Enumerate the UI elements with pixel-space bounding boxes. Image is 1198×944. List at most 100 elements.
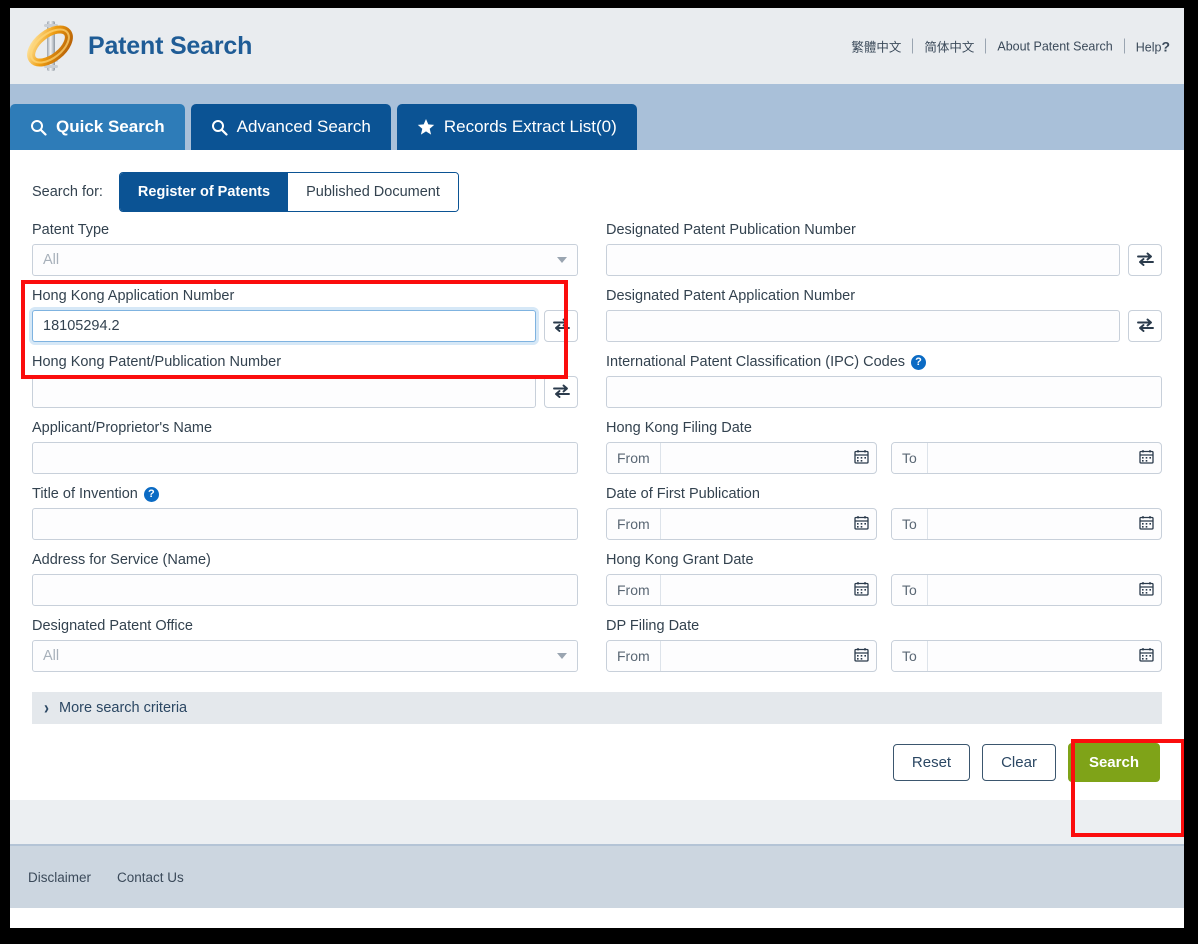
help-icon[interactable]: ? <box>143 486 159 502</box>
dp-filing-date-from-group: From <box>606 640 877 672</box>
dp-publication-number-input[interactable] <box>606 244 1120 276</box>
field-dp-filing-date: DP Filing Date From To <box>606 618 1162 672</box>
from-label: From <box>607 509 661 539</box>
field-hong-kong-filing-date: Hong Kong Filing Date From To <box>606 420 1162 474</box>
search-button[interactable]: Search <box>1067 742 1160 782</box>
reset-button[interactable]: Reset <box>892 743 971 781</box>
lang-simplified-chinese-link[interactable]: 简体中文 <box>913 37 985 56</box>
hong-kong-grant-date-to-input[interactable] <box>927 575 1131 605</box>
designated-patent-office-select[interactable]: All <box>32 640 578 672</box>
about-patent-search-link[interactable]: About Patent Search <box>986 39 1123 53</box>
toggle-register-of-patents[interactable]: Register of Patents <box>119 173 289 211</box>
date-of-first-publication-from-group: From <box>606 508 877 540</box>
calendar-icon <box>1138 515 1154 533</box>
from-label: From <box>607 575 661 605</box>
field-hong-kong-grant-date: Hong Kong Grant Date From To <box>606 552 1162 606</box>
to-label: To <box>892 443 928 473</box>
dp-application-number-label: Designated Patent Application Number <box>606 288 856 304</box>
calendar-icon <box>853 515 869 533</box>
field-hk-patent-publication-number: Hong Kong Patent/Publication Number <box>32 354 578 408</box>
field-patent-type: Patent Type All <box>32 222 578 276</box>
site-header: Patent Search 繁體中文 简体中文 About Patent Sea… <box>10 8 1184 84</box>
field-designated-patent-office: Designated Patent Office All <box>32 618 578 672</box>
more-search-criteria-label: More search criteria <box>59 700 188 716</box>
date-of-first-publication-to-calendar-button[interactable] <box>1131 509 1161 539</box>
calendar-icon <box>1138 449 1154 467</box>
brand-logo-group[interactable]: Patent Search <box>24 18 252 74</box>
applicant-name-label: Applicant/Proprietor's Name <box>32 420 213 436</box>
field-applicant-name: Applicant/Proprietor's Name <box>32 420 578 474</box>
field-address-for-service: Address for Service (Name) <box>32 552 578 606</box>
right-column: Designated Patent Publication Number Des… <box>606 222 1162 684</box>
clear-button[interactable]: Clear <box>982 743 1056 781</box>
site-footer: Disclaimer Contact Us <box>10 846 1184 908</box>
hong-kong-filing-date-from-group: From <box>606 442 877 474</box>
from-label: From <box>607 443 661 473</box>
tab-quick-search[interactable]: Quick Search <box>10 104 185 150</box>
dp-filing-date-to-calendar-button[interactable] <box>1131 641 1161 671</box>
title-of-invention-input[interactable] <box>32 508 578 540</box>
calendar-icon <box>1138 647 1154 665</box>
field-date-of-first-publication: Date of First Publication From To <box>606 486 1162 540</box>
lang-traditional-chinese-link[interactable]: 繁體中文 <box>840 37 912 56</box>
search-icon <box>30 119 47 136</box>
fields-grid: Patent Type All Hong Kong Application Nu… <box>22 222 1172 684</box>
calendar-icon <box>853 581 869 599</box>
field-hk-application-number: Hong Kong Application Number <box>32 288 578 342</box>
date-of-first-publication-to-input[interactable] <box>927 509 1131 539</box>
applicant-name-input[interactable] <box>32 442 578 474</box>
field-dp-publication-number: Designated Patent Publication Number <box>606 222 1162 276</box>
tab-advanced-search-label: Advanced Search <box>236 117 371 136</box>
chevron-down-icon <box>557 653 567 659</box>
help-link[interactable]: Help? <box>1125 38 1170 54</box>
app-page: Patent Search 繁體中文 简体中文 About Patent Sea… <box>10 8 1184 928</box>
help-icon[interactable]: ? <box>911 354 927 370</box>
address-for-service-label: Address for Service (Name) <box>32 552 211 568</box>
hk-patent-publication-number-label: Hong Kong Patent/Publication Number <box>32 354 282 370</box>
to-label: To <box>892 641 928 671</box>
tab-advanced-search[interactable]: Advanced Search <box>190 104 391 150</box>
hk-application-number-swap-button[interactable] <box>544 310 578 342</box>
hong-kong-filing-date-label: Hong Kong Filing Date <box>606 420 752 436</box>
to-label: To <box>892 509 928 539</box>
hong-kong-grant-date-to-calendar-button[interactable] <box>1131 575 1161 605</box>
patent-type-label: Patent Type <box>32 222 110 238</box>
hk-application-number-label: Hong Kong Application Number <box>32 288 235 304</box>
patent-type-select[interactable]: All <box>32 244 578 276</box>
dp-application-number-input[interactable] <box>606 310 1120 342</box>
search-for-row: Search for: Register of Patents Publishe… <box>22 150 1172 222</box>
action-button-bar: Reset Clear Search <box>22 724 1172 800</box>
dp-filing-date-from-input[interactable] <box>660 641 846 671</box>
gold-ring-logo-icon <box>24 18 76 74</box>
field-ipc-codes: International Patent Classification (IPC… <box>606 354 1162 408</box>
dp-application-number-swap-button[interactable] <box>1128 310 1162 342</box>
hong-kong-filing-date-to-input[interactable] <box>927 443 1131 473</box>
address-for-service-input[interactable] <box>32 574 578 606</box>
hong-kong-grant-date-from-calendar-button[interactable] <box>846 575 876 605</box>
ipc-codes-label-text: International Patent Classification (IPC… <box>606 354 906 370</box>
date-of-first-publication-from-calendar-button[interactable] <box>846 509 876 539</box>
hong-kong-filing-date-from-calendar-button[interactable] <box>846 443 876 473</box>
title-of-invention-label: Title of Invention ? <box>32 486 578 502</box>
dp-filing-date-to-group: To <box>891 640 1162 672</box>
hk-patent-publication-number-input[interactable] <box>32 376 536 408</box>
toggle-published-document[interactable]: Published Document <box>288 173 458 211</box>
tab-quick-search-label: Quick Search <box>56 117 165 136</box>
hong-kong-filing-date-to-calendar-button[interactable] <box>1131 443 1161 473</box>
more-search-criteria-bar[interactable]: › More search criteria <box>32 692 1162 724</box>
search-icon <box>211 119 228 136</box>
hong-kong-filing-date-from-input[interactable] <box>660 443 846 473</box>
dp-publication-number-swap-button[interactable] <box>1128 244 1162 276</box>
contact-us-link[interactable]: Contact Us <box>117 870 184 885</box>
hk-patent-publication-number-swap-button[interactable] <box>544 376 578 408</box>
hk-application-number-input[interactable] <box>32 310 536 342</box>
swap-arrows-icon <box>552 384 570 401</box>
dp-filing-date-from-calendar-button[interactable] <box>846 641 876 671</box>
ipc-codes-input[interactable] <box>606 376 1162 408</box>
calendar-icon <box>853 449 869 467</box>
dp-filing-date-to-input[interactable] <box>927 641 1131 671</box>
date-of-first-publication-from-input[interactable] <box>660 509 846 539</box>
tab-records-extract-list[interactable]: Records Extract List(0) <box>396 104 637 150</box>
disclaimer-link[interactable]: Disclaimer <box>28 870 91 885</box>
hong-kong-grant-date-from-input[interactable] <box>660 575 846 605</box>
